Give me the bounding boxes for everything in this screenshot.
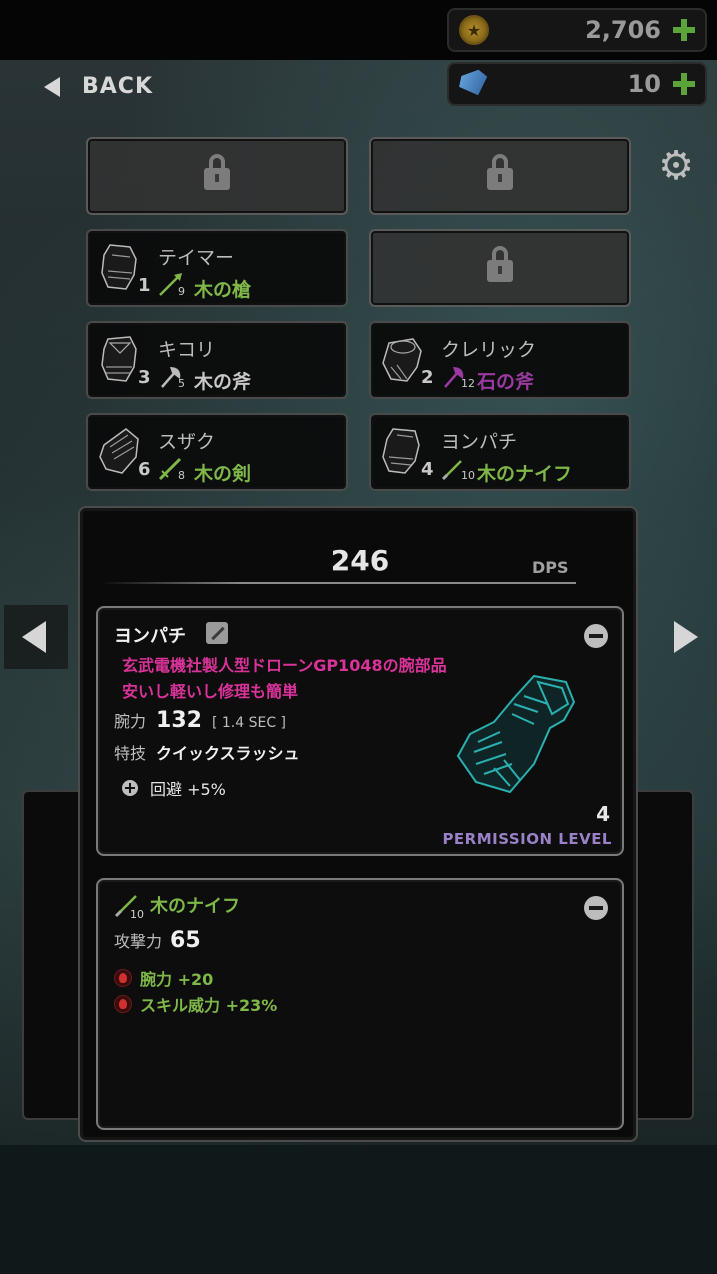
- glove-icon: [99, 428, 139, 474]
- unit-level: 6: [138, 459, 151, 480]
- weapon-level: 10: [461, 469, 475, 482]
- slot-tamer[interactable]: 1 テイマー 9 木の槍: [86, 229, 348, 307]
- weapon-bonus-1: 腕力 +20: [140, 970, 214, 989]
- slot-cleric[interactable]: 2 クレリック 12 石の斧: [369, 321, 631, 399]
- coin-amount: 2,706: [585, 16, 661, 44]
- lock-icon: [487, 154, 513, 194]
- equipped-knife-icon: [206, 622, 228, 644]
- dps-divider: [100, 582, 576, 584]
- unit-bonus-row: 回避 +5%: [122, 776, 226, 800]
- slot-kikori[interactable]: 3 キコリ 5 木の斧: [86, 321, 348, 399]
- skill-value: クイックスラッシュ: [156, 744, 300, 763]
- gem-icon: [456, 68, 492, 101]
- weapon-name: 石の斧: [477, 371, 535, 393]
- coin-counter: ★ 2,706: [447, 8, 707, 52]
- unit-level: 2: [421, 367, 434, 388]
- weapon-level: 8: [178, 469, 185, 482]
- unit-level: 3: [138, 367, 151, 388]
- unequip-minus-icon[interactable]: [584, 624, 608, 648]
- weapon-level: 12: [461, 377, 475, 390]
- left-arrow-icon: [22, 621, 46, 653]
- detail-panel: 246 DPS ヨンパチ 玄武電機社製人型ドローンGP1048の腕部品 安いし軽…: [78, 506, 638, 1142]
- glove-icon: [382, 338, 422, 382]
- slot-locked-2: [369, 137, 631, 215]
- permission-level-label: PERMISSION LEVEL: [442, 830, 612, 848]
- gem-counter: 10: [447, 62, 707, 106]
- unit-name: ヨンパチ: [441, 431, 518, 453]
- unit-description-line1: 玄武電機社製人型ドローンGP1048の腕部品: [122, 656, 447, 675]
- add-coins-plus-icon[interactable]: [673, 19, 695, 41]
- attack-interval: [ 1.4 SEC ]: [211, 715, 286, 731]
- skill-row: 特技 クイックスラッシュ: [114, 740, 300, 764]
- weapon-card: 10 木のナイフ 攻撃力 65 腕力 +20 スキル威力 +23%: [96, 878, 624, 1130]
- background-floor: [0, 1145, 717, 1274]
- attack-value: 65: [170, 928, 201, 953]
- lock-icon: [204, 154, 230, 194]
- unit-description-line2: 安いし軽いし修理も簡単: [122, 682, 299, 701]
- back-button[interactable]: BACK: [44, 74, 153, 99]
- power-row: 腕力 132 [ 1.4 SEC ]: [114, 708, 286, 733]
- unit-name: テイマー: [158, 247, 235, 269]
- unit-name: クレリック: [441, 339, 537, 361]
- weapon-level: 10: [130, 908, 144, 921]
- weapon-bonus-row-1: 腕力 +20: [114, 966, 213, 990]
- unit-name: スザク: [158, 431, 216, 453]
- unit-level: 1: [138, 275, 151, 296]
- power-label: 腕力: [114, 712, 147, 731]
- weapon-name: 木のナイフ: [477, 463, 573, 485]
- weapon-bonus-row-2: スキル威力 +23%: [114, 992, 277, 1016]
- unit-card: ヨンパチ 玄武電機社製人型ドローンGP1048の腕部品 安いし軽いし修理も簡単 …: [96, 606, 624, 856]
- gear-icon[interactable]: ⚙: [656, 146, 696, 186]
- weapon-level: 5: [178, 377, 185, 390]
- unit-name: キコリ: [158, 339, 216, 361]
- glove-icon: [101, 336, 137, 382]
- slot-locked-1: [86, 137, 348, 215]
- weapon-name: 木の槍: [194, 279, 252, 301]
- slot-yonpachi[interactable]: 4 ヨンパチ 10 木のナイフ: [369, 413, 631, 491]
- weapon-bonus-2: スキル威力 +23%: [140, 996, 278, 1015]
- skill-label: 特技: [114, 744, 147, 763]
- unit-level: 4: [421, 459, 434, 480]
- attack-row: 攻撃力 65: [114, 928, 201, 953]
- fire-crest-icon: [114, 995, 132, 1013]
- weapon-level: 9: [178, 285, 185, 298]
- plus-circle-icon: [122, 780, 138, 796]
- slot-locked-3: [369, 229, 631, 307]
- right-arrow-icon: [674, 621, 698, 653]
- glove-icon: [382, 428, 420, 474]
- previous-arrow-button[interactable]: [4, 605, 68, 669]
- gem-amount: 10: [627, 70, 661, 98]
- weapon-name: 木の斧: [194, 371, 252, 393]
- add-gems-plus-icon[interactable]: [673, 73, 695, 95]
- coin-icon: ★: [459, 15, 489, 45]
- glove-icon: [101, 244, 137, 290]
- unit-bonus: 回避 +5%: [150, 780, 226, 799]
- attack-label: 攻撃力: [114, 932, 163, 951]
- unequip-weapon-minus-icon[interactable]: [584, 896, 608, 920]
- weapon-name: 木の剣: [194, 463, 252, 485]
- glove-hologram-icon: [456, 674, 576, 794]
- weapon-name: 木のナイフ: [150, 896, 240, 917]
- fire-crest-icon: [114, 969, 132, 987]
- back-label: BACK: [82, 74, 153, 99]
- permission-level-value: 4: [596, 802, 610, 826]
- back-arrow-icon: [44, 76, 60, 97]
- unit-name: ヨンパチ: [114, 626, 186, 647]
- dps-label: DPS: [532, 558, 569, 577]
- lock-icon: [487, 246, 513, 286]
- slot-suzaku[interactable]: 6 スザク 8 木の剣: [86, 413, 348, 491]
- power-value: 132: [156, 708, 202, 733]
- next-arrow-button[interactable]: [652, 605, 716, 669]
